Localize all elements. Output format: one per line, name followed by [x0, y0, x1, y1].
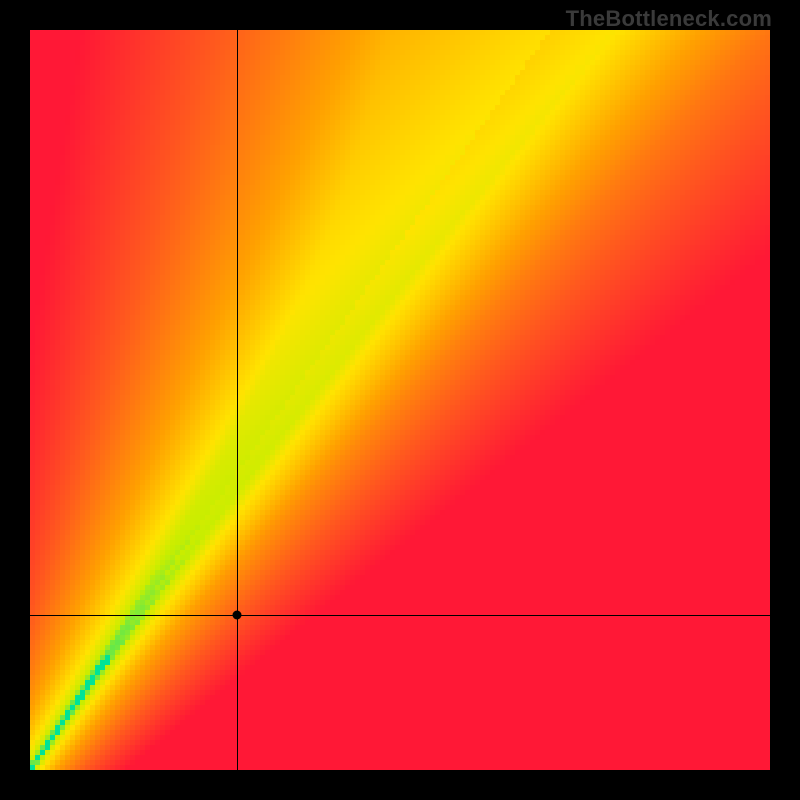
- crosshair-horizontal: [30, 615, 770, 616]
- marker-dot: [233, 610, 242, 619]
- chart-frame: TheBottleneck.com: [0, 0, 800, 800]
- heatmap-canvas: [30, 30, 770, 770]
- crosshair-vertical: [237, 30, 238, 770]
- watermark-text: TheBottleneck.com: [566, 6, 772, 32]
- plot-area: [30, 30, 770, 770]
